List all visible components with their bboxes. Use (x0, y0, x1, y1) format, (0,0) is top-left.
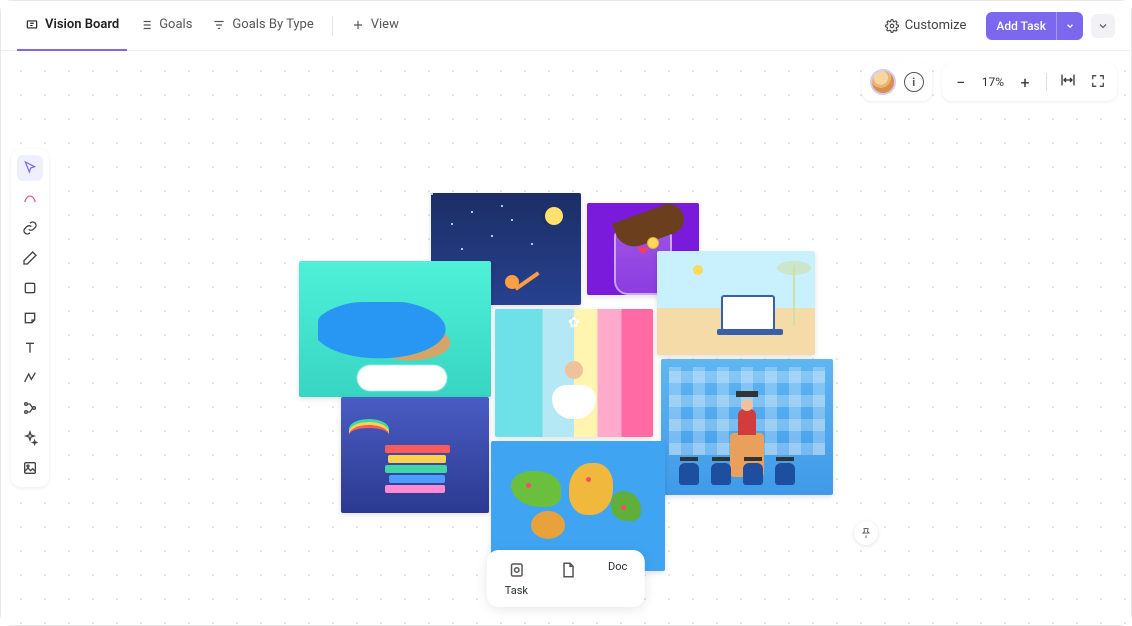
customize-label: Customize (905, 18, 967, 33)
add-task-button[interactable]: Add Task (986, 12, 1083, 40)
sticky-note-tool[interactable] (17, 305, 43, 331)
info-icon[interactable]: i (904, 72, 924, 92)
shape-tool[interactable] (17, 275, 43, 301)
card-beach-laptop[interactable] (657, 251, 815, 355)
tray-task[interactable]: Task (505, 560, 528, 597)
chevron-down-icon (1065, 21, 1075, 31)
tab-label: View (371, 17, 399, 32)
card-graduation[interactable] (661, 359, 833, 495)
fullscreen-icon (1091, 74, 1105, 88)
customize-button[interactable]: Customize (875, 12, 977, 39)
zoom-out-button[interactable]: − (952, 73, 970, 92)
nodes-icon (22, 400, 38, 416)
cursor-icon (22, 160, 38, 176)
whiteboard-canvas[interactable]: ✿ (1, 51, 1131, 625)
image-tool[interactable] (17, 455, 43, 481)
whiteboard-toolbar (11, 149, 49, 487)
insert-tray: Task Doc (487, 550, 645, 607)
pen-tool[interactable] (17, 245, 43, 271)
tab-vision-board[interactable]: Vision Board (17, 1, 127, 51)
presence-pill: i (862, 63, 932, 101)
list-icon (139, 18, 153, 32)
gear-icon (885, 19, 899, 33)
tab-divider (332, 16, 333, 36)
ai-tool[interactable] (17, 425, 43, 451)
divider (1046, 73, 1047, 91)
fit-width-icon (1060, 72, 1076, 88)
add-task-label: Add Task (986, 19, 1056, 33)
doc-icon (558, 560, 578, 580)
canvas-controls: i − 17% + (862, 63, 1117, 101)
text-icon (22, 340, 38, 356)
sparkle-icon (22, 430, 38, 446)
image-icon (22, 460, 38, 476)
whiteboard-icon (25, 18, 39, 32)
view-tabs: Vision Board Goals Goals By Type View (17, 1, 407, 51)
tab-goals[interactable]: Goals (131, 1, 200, 51)
text-tool[interactable] (17, 335, 43, 361)
more-menu-button[interactable] (1091, 14, 1115, 38)
path-tool[interactable] (17, 185, 43, 211)
tab-goals-by-type[interactable]: Goals By Type (204, 1, 321, 51)
tab-label: Goals (159, 17, 192, 32)
note-icon (22, 310, 38, 326)
add-view[interactable]: View (343, 1, 407, 51)
pin-icon (860, 527, 872, 539)
fullscreen-button[interactable] (1089, 73, 1107, 92)
filter-list-icon (212, 18, 226, 32)
top-bar: Vision Board Goals Goals By Type View Cu… (1, 1, 1131, 51)
pin-tray-button[interactable] (854, 521, 878, 545)
card-books-stack[interactable] (341, 397, 489, 513)
connector-tool[interactable] (17, 365, 43, 391)
task-icon (506, 560, 526, 580)
tab-label: Goals By Type (232, 17, 313, 32)
avatar[interactable] (870, 69, 896, 95)
pen-icon (22, 250, 38, 266)
mindmap-tool[interactable] (17, 395, 43, 421)
chevron-down-icon (1097, 20, 1109, 32)
plus-icon (351, 18, 365, 32)
add-task-dropdown[interactable] (1056, 12, 1083, 40)
fit-width-button[interactable] (1059, 72, 1077, 92)
cursor-tool[interactable] (17, 155, 43, 181)
tray-doc[interactable] (558, 560, 578, 597)
card-meditation[interactable]: ✿ (495, 309, 653, 437)
curve-icon (22, 190, 38, 206)
tab-label: Vision Board (45, 17, 119, 32)
zoom-controls: − 17% + (942, 63, 1117, 101)
link-icon (22, 220, 38, 236)
tray-label: Task (505, 584, 528, 597)
card-kayaking[interactable] (299, 261, 491, 397)
square-icon (22, 280, 38, 296)
link-tool[interactable] (17, 215, 43, 241)
zoom-in-button[interactable]: + (1016, 73, 1034, 92)
zoom-value[interactable]: 17% (982, 75, 1004, 89)
tray-label: Doc (608, 560, 627, 597)
connector-icon (22, 370, 38, 386)
